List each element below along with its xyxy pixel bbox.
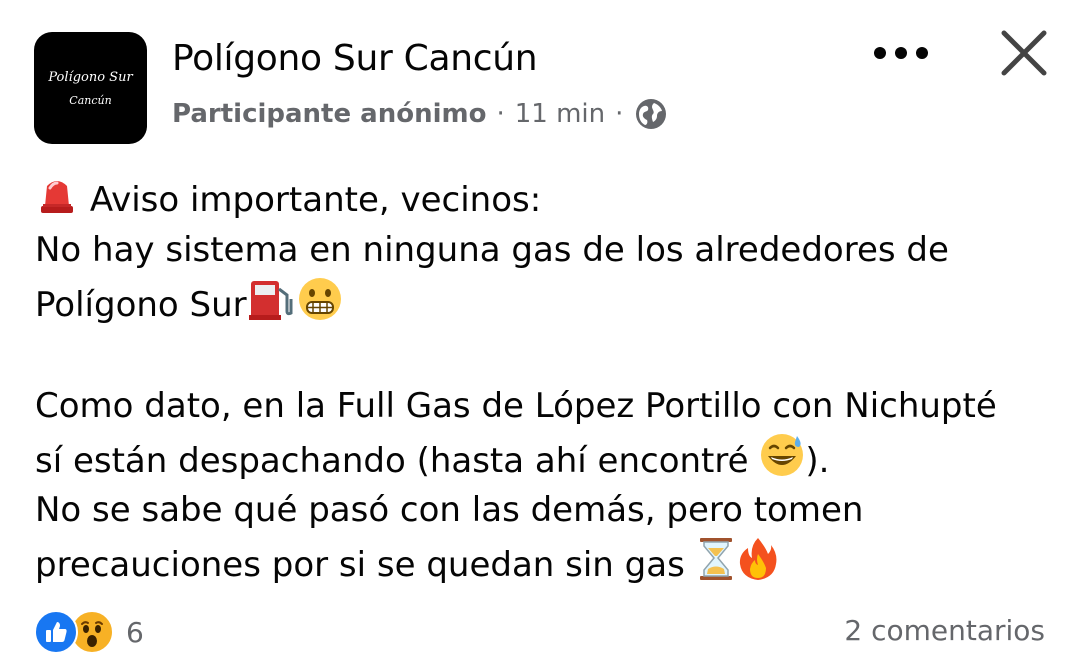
post-line-2: No hay sistema en ninguna gas de los alr… bbox=[35, 230, 949, 270]
post-line-5a: sí están despachando (hasta ahí encontré bbox=[35, 441, 749, 481]
meta-separator: · bbox=[496, 99, 505, 129]
post-line-6: No se sabe qué pasó con las demás, pero … bbox=[35, 490, 864, 530]
post-meta: Participante anónimo · 11 min · bbox=[172, 98, 667, 130]
post-line: Aviso importante, vecinos: bbox=[35, 172, 1055, 224]
post-line-3: Polígono Sur bbox=[35, 285, 247, 325]
reactions-summary[interactable]: 6 bbox=[34, 610, 144, 654]
grimacing-face-emoji bbox=[297, 276, 343, 337]
group-avatar[interactable]: Polígono Sur Cancún bbox=[34, 32, 147, 144]
police-light-emoji bbox=[35, 172, 79, 231]
avatar-text-line2: Cancún bbox=[69, 94, 112, 107]
meta-separator: · bbox=[615, 99, 624, 129]
post-line: sí están despachando (hasta ahí encontré… bbox=[35, 432, 1055, 484]
post-line-5b: ). bbox=[805, 441, 830, 481]
group-name-link[interactable]: Polígono Sur Cancún bbox=[172, 38, 538, 79]
reaction-count: 6 bbox=[126, 615, 144, 649]
post-line-1: Aviso importante, vecinos: bbox=[89, 180, 542, 220]
close-icon bbox=[1001, 30, 1047, 76]
fire-emoji bbox=[736, 536, 780, 597]
close-button[interactable] bbox=[1000, 29, 1048, 77]
post-body: Aviso importante, vecinos: No hay sistem… bbox=[35, 172, 1055, 588]
comments-count-link[interactable]: 2 comentarios bbox=[844, 614, 1045, 647]
hourglass-emoji bbox=[696, 536, 736, 597]
avatar-text-line1: Polígono Sur bbox=[48, 70, 133, 85]
more-options-button[interactable] bbox=[874, 40, 928, 66]
post-line-4: Como dato, en la Full Gas de López Porti… bbox=[35, 386, 997, 426]
post-line-7: precauciones por si se quedan sin gas bbox=[35, 545, 685, 585]
post-line: Polígono Sur bbox=[35, 276, 1055, 328]
fuel-pump-emoji bbox=[247, 277, 297, 336]
more-dot bbox=[874, 47, 886, 59]
more-dot bbox=[916, 47, 928, 59]
globe-icon[interactable] bbox=[635, 98, 667, 130]
more-dot bbox=[895, 47, 907, 59]
post-line: precauciones por si se quedan sin gas bbox=[35, 536, 1055, 588]
post-time[interactable]: 11 min bbox=[515, 99, 605, 129]
author-name[interactable]: Participante anónimo bbox=[172, 99, 486, 129]
like-icon bbox=[34, 610, 78, 654]
